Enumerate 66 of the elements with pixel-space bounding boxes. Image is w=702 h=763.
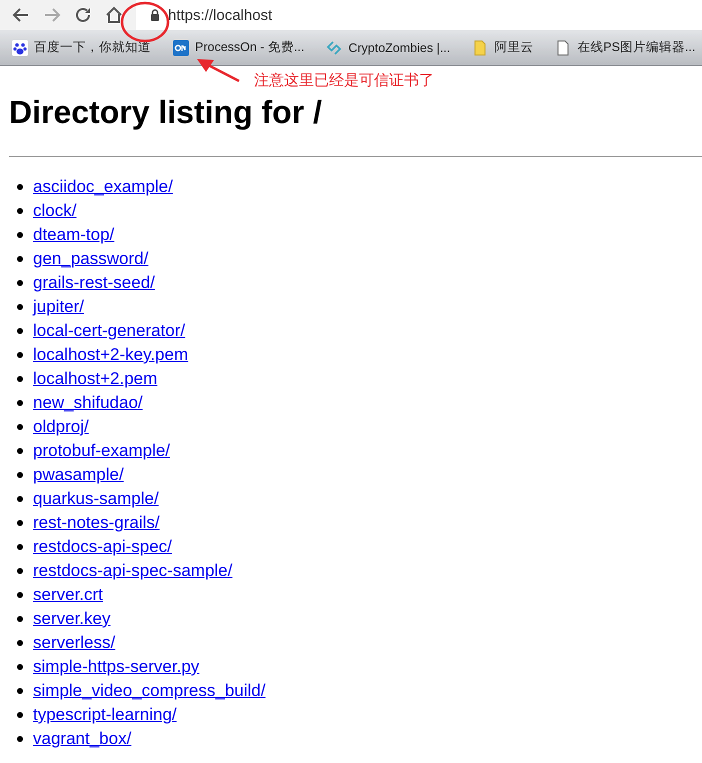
bullet-icon — [17, 352, 23, 358]
file-link[interactable]: jupiter/ — [33, 297, 84, 317]
file-link[interactable]: restdocs-api-spec/ — [33, 537, 172, 557]
file-link[interactable]: rest-notes-grails/ — [33, 513, 160, 533]
bookmark[interactable]: CryptoZombies |... — [326, 40, 450, 56]
bullet-icon — [17, 592, 23, 598]
file-link[interactable]: quarkus-sample/ — [33, 489, 159, 509]
bullet-icon — [17, 184, 23, 190]
bullet-icon — [17, 664, 23, 670]
bullet-icon — [17, 208, 23, 214]
bullet-icon — [17, 472, 23, 478]
file-link[interactable]: simple-https-server.py — [33, 657, 200, 677]
chain-icon — [326, 40, 342, 56]
file-link[interactable]: localhost+2.pem — [33, 369, 158, 389]
bullet-icon — [17, 400, 23, 406]
bullet-icon — [17, 736, 23, 742]
bullet-icon — [17, 304, 23, 310]
file-link[interactable]: protobuf-example/ — [33, 441, 170, 461]
bullet-icon — [17, 544, 23, 550]
bookmark[interactable]: ProcessOn - 免费... — [173, 39, 304, 56]
page-heading: Directory listing for / — [9, 93, 323, 132]
document-icon — [555, 40, 572, 56]
file-link[interactable]: clock/ — [33, 201, 76, 221]
bullet-icon — [17, 568, 23, 574]
bullet-icon — [17, 232, 23, 238]
file-link[interactable]: pwasample/ — [33, 465, 124, 485]
url-text: https://localhost — [168, 6, 272, 24]
annotation-arrow — [196, 58, 240, 82]
file-link[interactable]: restdocs-api-spec-sample/ — [33, 561, 232, 581]
bullet-icon — [17, 712, 23, 718]
bullet-icon — [17, 328, 23, 334]
file-link[interactable]: local-cert-generator/ — [33, 321, 186, 341]
file-link[interactable]: server.key — [33, 609, 110, 629]
bullet-icon — [17, 448, 23, 454]
file-link[interactable]: typescript-learning/ — [33, 705, 177, 725]
bullet-icon — [17, 520, 23, 526]
bullet-icon — [17, 688, 23, 694]
file-link[interactable]: localhost+2-key.pem — [33, 345, 188, 365]
file-link[interactable]: oldproj/ — [33, 417, 89, 437]
file-link[interactable]: dteam-top/ — [33, 225, 114, 245]
file-link[interactable]: simple_video_compress_build/ — [33, 681, 266, 701]
file-link[interactable]: gen_password/ — [33, 249, 148, 269]
bullet-icon — [17, 640, 23, 646]
file-link[interactable]: asciidoc_example/ — [33, 177, 173, 197]
bullet-icon — [17, 376, 23, 382]
bookmark[interactable]: 阿里云 — [472, 39, 534, 56]
annotation-note: 注意这里已经是可信证书了 — [254, 71, 434, 90]
bullet-icon — [17, 256, 23, 262]
app-logo-icon — [173, 40, 189, 56]
file-link[interactable]: vagrant_box/ — [33, 729, 132, 749]
home-icon[interactable] — [105, 6, 123, 24]
bookmark[interactable]: 在线PS图片编辑器... — [555, 39, 696, 56]
bullet-icon — [17, 280, 23, 286]
file-link[interactable]: new_shifudao/ — [33, 393, 143, 413]
folder-icon — [472, 40, 488, 56]
lock-icon[interactable] — [150, 9, 160, 21]
file-link[interactable]: grails-rest-seed/ — [33, 273, 155, 293]
back-icon[interactable] — [12, 6, 30, 24]
address-bar[interactable]: https://localhost — [136, 0, 702, 30]
bullet-icon — [17, 424, 23, 430]
reload-icon[interactable] — [74, 6, 92, 24]
bullet-icon — [17, 616, 23, 622]
file-link[interactable]: serverless/ — [33, 633, 116, 653]
bullet-icon — [17, 496, 23, 502]
paw-icon — [12, 40, 28, 56]
file-link[interactable]: server.crt — [33, 585, 103, 605]
